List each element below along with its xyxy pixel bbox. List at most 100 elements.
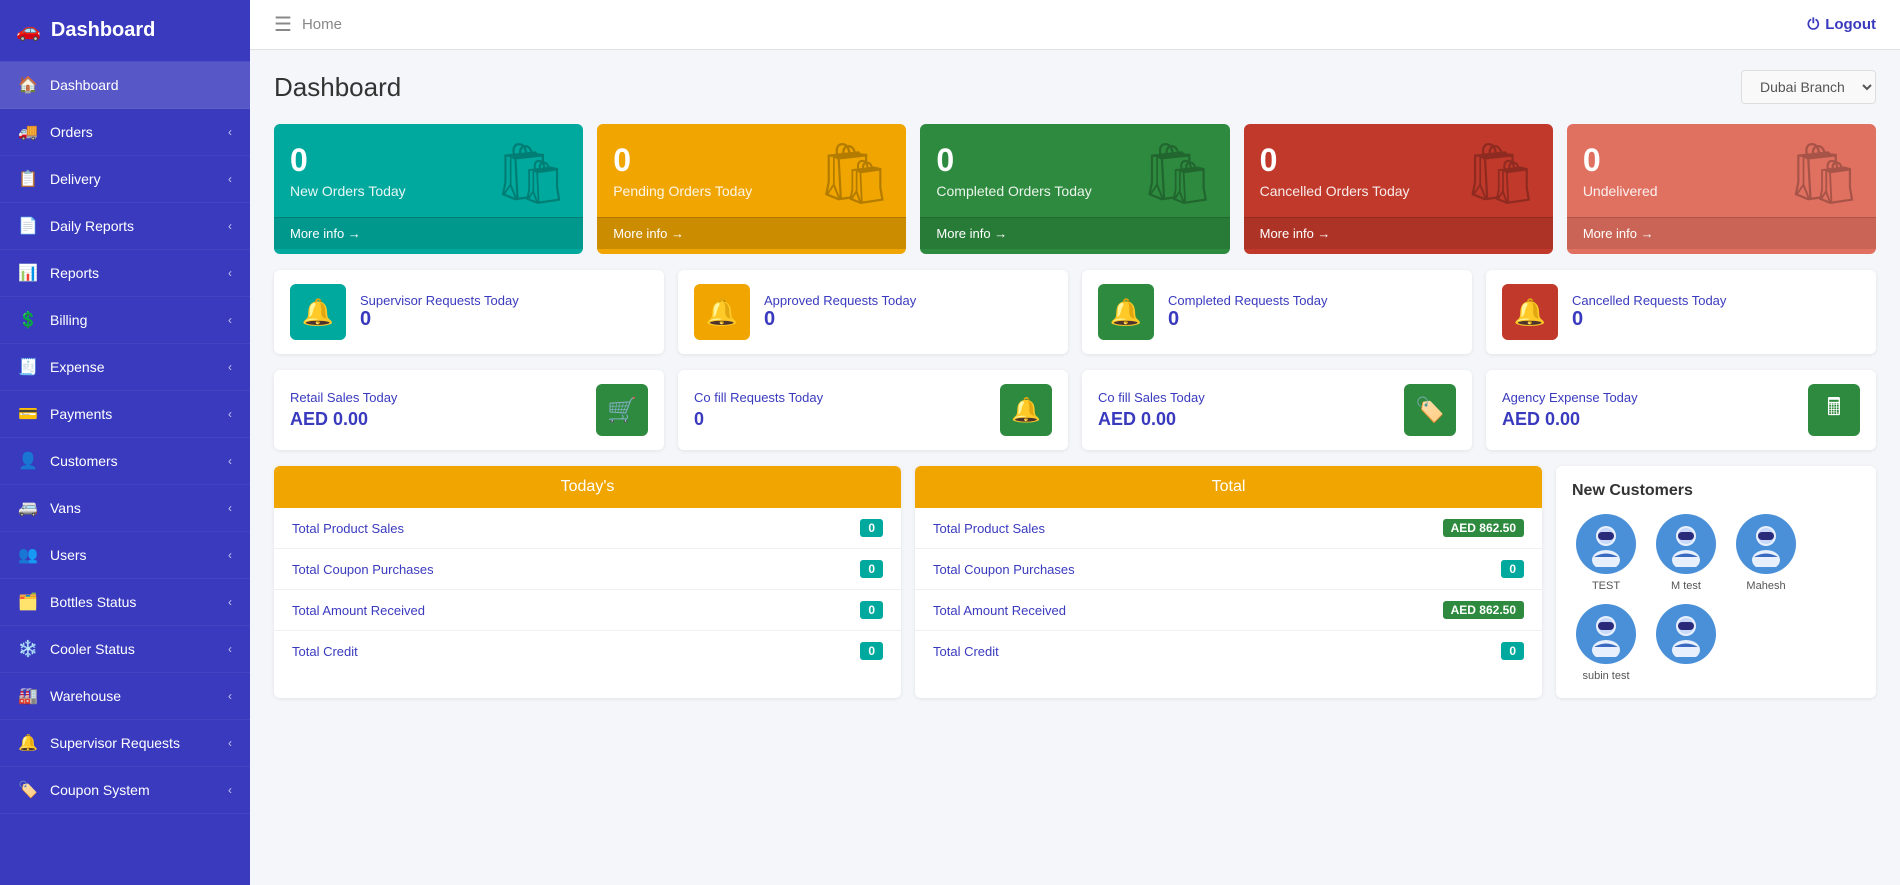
topbar: ☰ Home ⏻ Logout (250, 0, 1900, 50)
logout-button[interactable]: ⏻ Logout (1807, 16, 1876, 33)
sidebar-icon-payments: 💳 (18, 404, 38, 424)
topbar-left: ☰ Home (274, 12, 342, 37)
sidebar-item-supervisor-requests[interactable]: 🔔 Supervisor Requests ‹ (0, 720, 250, 767)
sales-card-retail-sales: Retail Sales Today AED 0.00 🛒 (274, 370, 664, 450)
sales-label-cofill-requests: Co fill Requests Today (694, 390, 823, 405)
avatar-icon (1746, 522, 1786, 567)
avatar-icon (1586, 522, 1626, 567)
customer-item[interactable] (1652, 604, 1720, 682)
sidebar-label-dashboard: Dashboard (50, 77, 119, 93)
stat-footer-undelivered[interactable]: More info → (1567, 217, 1876, 249)
row-badge: 0 (860, 560, 883, 578)
stat-card-cancelled-orders: 0 Cancelled Orders Today 🛍 More info → (1244, 124, 1553, 254)
sidebar-item-left: 🔔 Supervisor Requests (18, 733, 180, 753)
sidebar-item-users[interactable]: 👥 Users ‹ (0, 532, 250, 579)
row-badge: AED 862.50 (1443, 601, 1524, 619)
main-content: ☰ Home ⏻ Logout Dashboard Dubai Branch 0… (250, 0, 1900, 885)
customer-item[interactable]: subin test (1572, 604, 1640, 682)
chevron-icon-delivery: ‹ (228, 172, 232, 186)
row-label: Total Product Sales (933, 521, 1045, 536)
chevron-icon-daily-reports: ‹ (228, 219, 232, 233)
stat-footer-cancelled-orders[interactable]: More info → (1244, 217, 1553, 249)
avatar-icon (1666, 612, 1706, 657)
sales-value-retail-sales: AED 0.00 (290, 409, 397, 430)
sidebar-item-left: 🚚 Orders (18, 122, 93, 142)
req-icon-completed-requests: 🔔 (1098, 284, 1154, 340)
sidebar-item-left: 💳 Payments (18, 404, 112, 424)
bottom-row: Today's Total Product Sales 0 Total Coup… (274, 466, 1876, 698)
sidebar-icon-coupon-system: 🏷️ (18, 780, 38, 800)
sidebar-item-vans[interactable]: 🚐 Vans ‹ (0, 485, 250, 532)
sales-icon-cofill-sales: 🏷️ (1404, 384, 1456, 436)
sidebar-item-cooler-status[interactable]: ❄️ Cooler Status ‹ (0, 626, 250, 673)
sidebar-item-delivery[interactable]: 📋 Delivery ‹ (0, 156, 250, 203)
sidebar-item-orders[interactable]: 🚚 Orders ‹ (0, 109, 250, 156)
stat-card-undelivered: 0 Undelivered 🛍 More info → (1567, 124, 1876, 254)
avatar-icon (1586, 612, 1626, 657)
sidebar-item-left: 👤 Customers (18, 451, 118, 471)
sidebar-logo-icon: 🚗 (16, 18, 41, 43)
sales-left-cofill-sales: Co fill Sales Today AED 0.00 (1098, 390, 1205, 430)
stat-card-pending-orders: 0 Pending Orders Today 🛍 More info → (597, 124, 906, 254)
branch-select[interactable]: Dubai Branch (1741, 70, 1876, 104)
req-value-supervisor-requests: 0 (360, 308, 519, 331)
customer-item[interactable]: TEST (1572, 514, 1640, 592)
sidebar-item-left: 📄 Daily Reports (18, 216, 134, 236)
sidebar-item-daily-reports[interactable]: 📄 Daily Reports ‹ (0, 203, 250, 250)
sidebar-item-bottles-status[interactable]: 🗂️ Bottles Status ‹ (0, 579, 250, 626)
sidebar-label-coupon-system: Coupon System (50, 782, 150, 798)
sales-value-cofill-requests: 0 (694, 409, 823, 430)
stat-footer-completed-orders[interactable]: More info → (920, 217, 1229, 249)
customer-name: M test (1671, 580, 1701, 592)
sidebar-icon-users: 👥 (18, 545, 38, 565)
request-card-completed-requests: 🔔 Completed Requests Today 0 (1082, 270, 1472, 354)
sidebar-label-customers: Customers (50, 453, 118, 469)
row-label: Total Amount Received (933, 603, 1066, 618)
total-table-header: Total (915, 466, 1542, 508)
sales-icon-agency-expense: 🖩 (1808, 384, 1860, 436)
chevron-icon-billing: ‹ (228, 313, 232, 327)
row-badge: 0 (860, 519, 883, 537)
sidebar-item-left: 👥 Users (18, 545, 87, 565)
sales-card-agency-expense: Agency Expense Today AED 0.00 🖩 (1486, 370, 1876, 450)
customer-avatar (1656, 514, 1716, 574)
avatar-icon (1666, 522, 1706, 567)
sidebar-label-supervisor-requests: Supervisor Requests (50, 735, 180, 751)
topbar-right: ⏻ Logout (1807, 16, 1876, 33)
sidebar-item-left: ❄️ Cooler Status (18, 639, 135, 659)
chevron-icon-cooler-status: ‹ (228, 642, 232, 656)
customer-avatar (1736, 514, 1796, 574)
sales-label-retail-sales: Retail Sales Today (290, 390, 397, 405)
sidebar-label-delivery: Delivery (50, 171, 101, 187)
sidebar-icon-delivery: 📋 (18, 169, 38, 189)
stat-icon-completed-orders: 🛍 (1139, 138, 1215, 209)
sidebar-item-left: 💲 Billing (18, 310, 87, 330)
sidebar-item-payments[interactable]: 💳 Payments ‹ (0, 391, 250, 438)
sidebar-item-dashboard[interactable]: 🏠 Dashboard (0, 62, 250, 109)
page-title: Dashboard (274, 72, 401, 103)
sales-icon-retail-sales: 🛒 (596, 384, 648, 436)
customer-avatar (1576, 604, 1636, 664)
sales-icon-cofill-requests: 🔔 (1000, 384, 1052, 436)
customer-item[interactable]: Mahesh (1732, 514, 1800, 592)
sidebar-item-coupon-system[interactable]: 🏷️ Coupon System ‹ (0, 767, 250, 814)
sidebar-item-warehouse[interactable]: 🏭 Warehouse ‹ (0, 673, 250, 720)
table-row: Total Credit 0 (915, 631, 1542, 671)
customer-name: subin test (1582, 670, 1629, 682)
sidebar-item-billing[interactable]: 💲 Billing ‹ (0, 297, 250, 344)
req-label-cancelled-requests: Cancelled Requests Today (1572, 293, 1726, 308)
req-info-completed-requests: Completed Requests Today 0 (1168, 293, 1327, 331)
request-card-cancelled-requests: 🔔 Cancelled Requests Today 0 (1486, 270, 1876, 354)
req-info-supervisor-requests: Supervisor Requests Today 0 (360, 293, 519, 331)
customers-grid: TEST M test Mahesh (1572, 514, 1860, 682)
sidebar-item-reports[interactable]: 📊 Reports ‹ (0, 250, 250, 297)
customer-item[interactable]: M test (1652, 514, 1720, 592)
stat-footer-pending-orders[interactable]: More info → (597, 217, 906, 249)
sidebar-label-payments: Payments (50, 406, 112, 422)
table-row: Total Credit 0 (274, 631, 901, 671)
stat-footer-new-orders[interactable]: More info → (274, 217, 583, 249)
sidebar-item-expense[interactable]: 🧾 Expense ‹ (0, 344, 250, 391)
chevron-icon-orders: ‹ (228, 125, 232, 139)
sidebar-item-customers[interactable]: 👤 Customers ‹ (0, 438, 250, 485)
menu-icon[interactable]: ☰ (274, 12, 292, 37)
